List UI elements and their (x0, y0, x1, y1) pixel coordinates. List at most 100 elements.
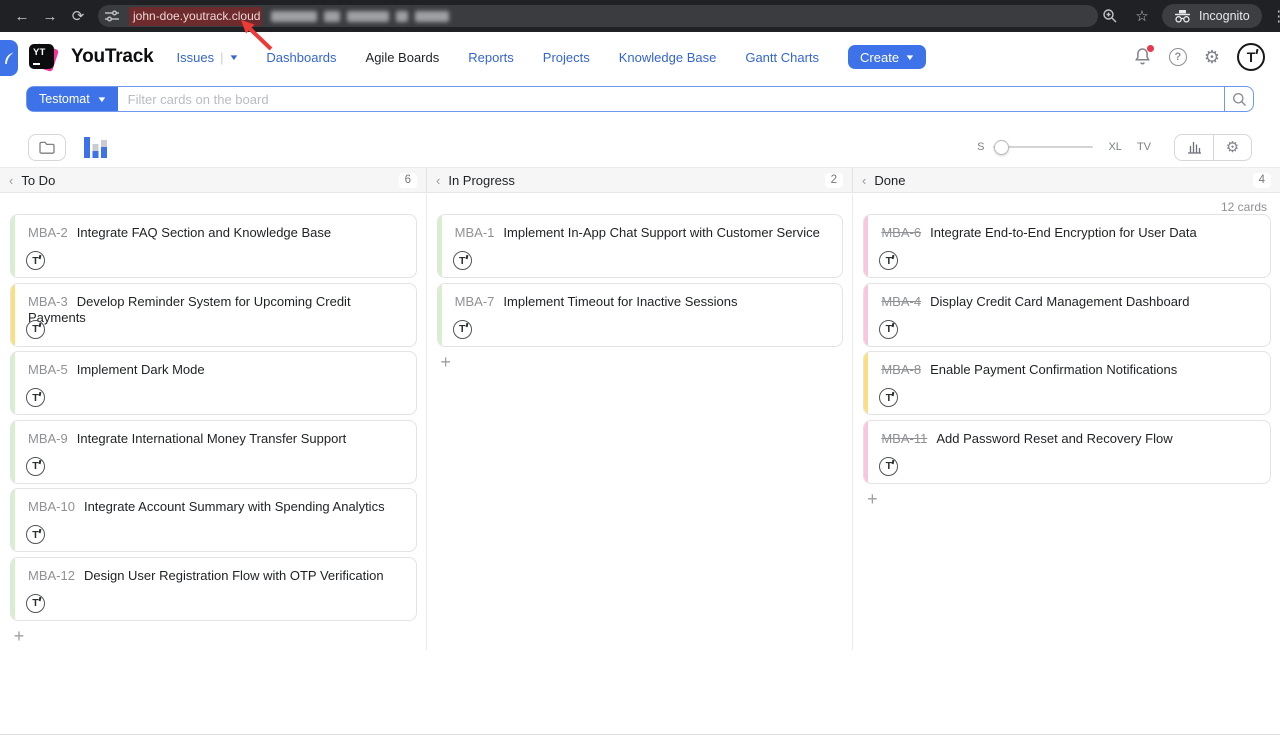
card-size-slider[interactable] (993, 146, 1093, 148)
issue-id[interactable]: MBA-4 (881, 294, 921, 309)
nav-item-projects[interactable]: Projects (543, 50, 590, 65)
filter-cards-input[interactable] (118, 87, 1224, 111)
burndown-chart-button[interactable] (1175, 135, 1213, 160)
avatar-tick (465, 323, 467, 327)
issue-title[interactable]: Design User Registration Flow with OTP V… (84, 568, 384, 583)
assignee-avatar[interactable]: T (26, 320, 45, 339)
back-button[interactable]: ← (10, 4, 34, 28)
add-card-button[interactable]: + (863, 490, 881, 508)
issue-card[interactable]: MBA-12 Design User Registration Flow with… (10, 557, 417, 621)
issue-id[interactable]: MBA-7 (455, 294, 495, 309)
assignee-avatar[interactable]: T (26, 594, 45, 613)
settings-gear-icon[interactable]: ⚙ (1204, 48, 1220, 66)
issue-card[interactable]: MBA-9 Integrate International Money Trans… (10, 420, 417, 484)
issue-card[interactable]: MBA-1 Implement In-App Chat Support with … (437, 214, 844, 278)
app-wordmark: YouTrack (71, 46, 154, 68)
nav-item-gantt-charts[interactable]: Gantt Charts (745, 50, 819, 65)
youtrack-logo[interactable]: YT (29, 42, 60, 72)
issue-title[interactable]: Integrate FAQ Section and Knowledge Base (77, 225, 331, 240)
forward-button[interactable]: → (38, 4, 62, 28)
zoom-page-icon[interactable] (1098, 4, 1122, 28)
backlog-folder-button[interactable] (28, 134, 66, 161)
help-icon[interactable]: ? (1169, 48, 1187, 66)
notification-dot (1147, 45, 1154, 52)
histogram-icon (1187, 140, 1202, 154)
create-button[interactable]: Create ▼ (848, 45, 926, 69)
assignee-avatar[interactable]: T (26, 457, 45, 476)
issue-card[interactable]: MBA-5 Implement Dark Mode T (10, 351, 417, 415)
feedback-tab[interactable] (0, 40, 18, 76)
issue-title[interactable]: Integrate Account Summary with Spending … (84, 499, 385, 514)
issue-id[interactable]: MBA-9 (28, 431, 68, 446)
issue-id[interactable]: MBA-11 (881, 431, 927, 446)
issue-card[interactable]: MBA-3Develop Reminder System for Upcomin… (10, 283, 417, 347)
collapse-chevron-icon[interactable]: ‹ (862, 173, 866, 188)
assignee-avatar[interactable]: T (879, 320, 898, 339)
add-card-button[interactable]: + (437, 353, 455, 371)
issue-card[interactable]: MBA-7 Implement Timeout for Inactive Sess… (437, 283, 844, 347)
column-name: To Do (21, 173, 55, 188)
board-selector-button[interactable]: Testomat ▼ (27, 87, 118, 111)
issue-title[interactable]: Develop Reminder System for Upcoming Cre… (28, 294, 351, 325)
issue-id[interactable]: MBA-12 (28, 568, 75, 583)
issue-title[interactable]: Implement In-App Chat Support with Custo… (503, 225, 819, 240)
tv-mode-button[interactable]: TV (1137, 141, 1151, 153)
issue-id[interactable]: MBA-10 (28, 499, 75, 514)
issues-label[interactable]: Issues (177, 50, 215, 65)
site-settings-icon[interactable] (102, 8, 122, 24)
assignee-avatar[interactable]: T (453, 320, 472, 339)
nav-item-knowledge-base[interactable]: Knowledge Base (619, 50, 717, 65)
issue-card[interactable]: MBA-2 Integrate FAQ Section and Knowledge… (10, 214, 417, 278)
issue-title[interactable]: Implement Timeout for Inactive Sessions (503, 294, 737, 309)
board-settings-button[interactable]: ⚙ (1213, 135, 1251, 160)
issue-card[interactable]: MBA-4 Display Credit Card Management Dash… (863, 283, 1271, 347)
folder-icon (39, 141, 55, 154)
assignee-avatar[interactable]: T (879, 457, 898, 476)
notifications-bell-icon[interactable] (1134, 47, 1152, 67)
assignee-avatar[interactable]: T (453, 251, 472, 270)
issue-card[interactable]: MBA-6 Integrate End-to-End Encryption for… (863, 214, 1271, 278)
column-name: Done (874, 173, 905, 188)
assignee-avatar[interactable]: T (26, 251, 45, 270)
assignee-avatar[interactable]: T (879, 388, 898, 407)
nav-item-agile-boards[interactable]: Agile Boards (366, 50, 440, 65)
issue-card[interactable]: MBA-11 Add Password Reset and Recovery Fl… (863, 420, 1271, 484)
bookmark-star-icon[interactable]: ☆ (1130, 4, 1154, 28)
add-card-button[interactable]: + (10, 627, 28, 645)
issue-title[interactable]: Integrate End-to-End Encryption for User… (930, 225, 1197, 240)
collapse-chevron-icon[interactable]: ‹ (9, 173, 13, 188)
user-avatar[interactable]: T (1237, 43, 1265, 71)
avatar-tick (39, 323, 41, 327)
issue-id[interactable]: MBA-3 (28, 294, 68, 309)
board-controls: S XL TV ⚙ (28, 133, 1252, 161)
column-header-done[interactable]: ‹ Done 4 (853, 168, 1280, 192)
column-header-todo[interactable]: ‹ To Do 6 (0, 168, 427, 192)
issue-id[interactable]: MBA-8 (881, 362, 921, 377)
issue-title[interactable]: Enable Payment Confirmation Notification… (930, 362, 1177, 377)
slider-knob[interactable] (994, 140, 1009, 155)
issue-title[interactable]: Implement Dark Mode (77, 362, 205, 377)
nav-item-issues[interactable]: Issues | ▼ (177, 50, 238, 65)
issue-id[interactable]: MBA-1 (455, 225, 495, 240)
assignee-avatar[interactable]: T (26, 388, 45, 407)
column-header-in-progress[interactable]: ‹ In Progress 2 (427, 168, 853, 192)
issue-title[interactable]: Integrate International Money Transfer S… (77, 431, 347, 446)
assignee-avatar[interactable]: T (26, 525, 45, 544)
chart-view-toggle[interactable] (84, 137, 108, 158)
browser-menu-icon[interactable]: ⋮ (1270, 7, 1280, 25)
board-filter-bar: Testomat ▼ (26, 86, 1254, 112)
collapse-chevron-icon[interactable]: ‹ (436, 173, 440, 188)
nav-item-reports[interactable]: Reports (468, 50, 514, 65)
issue-card[interactable]: MBA-8 Enable Payment Confirmation Notific… (863, 351, 1271, 415)
search-button[interactable] (1224, 87, 1253, 111)
issue-title[interactable]: Add Password Reset and Recovery Flow (936, 431, 1172, 446)
issue-card[interactable]: MBA-10 Integrate Account Summary with Spe… (10, 488, 417, 552)
issue-id[interactable]: MBA-6 (881, 225, 921, 240)
issue-id[interactable]: MBA-2 (28, 225, 68, 240)
page-bottom-divider (0, 734, 1280, 735)
board-tools-group: ⚙ (1174, 134, 1252, 161)
issue-title[interactable]: Display Credit Card Management Dashboard (930, 294, 1189, 309)
issue-id[interactable]: MBA-5 (28, 362, 68, 377)
reload-button[interactable]: ⟳ (66, 4, 90, 28)
assignee-avatar[interactable]: T (879, 251, 898, 270)
